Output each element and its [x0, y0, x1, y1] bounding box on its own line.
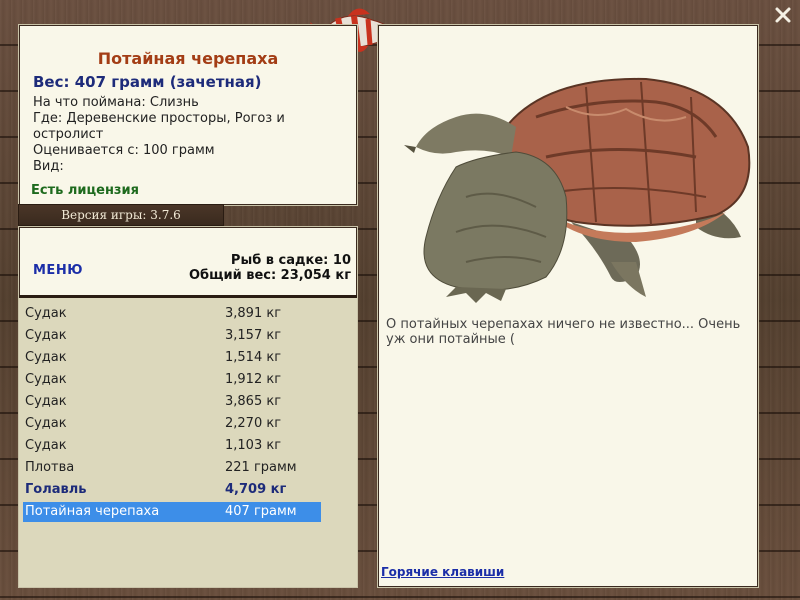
- item-weight: 3,891 кг: [225, 306, 282, 321]
- list-item[interactable]: Судак 2,270 кг: [23, 414, 321, 434]
- list-item[interactable]: Судак 3,157 кг: [23, 326, 321, 346]
- location-info: Где: Деревенские просторы, Рогоз и: [33, 111, 285, 126]
- cage-panel: МЕНЮ Рыб в садке: 10 Общий вес: 23,054 к…: [18, 226, 358, 588]
- list-item[interactable]: Судак 1,912 кг: [23, 370, 321, 390]
- item-name: Судак: [25, 306, 67, 321]
- list-item[interactable]: Судак 1,514 кг: [23, 348, 321, 368]
- list-item[interactable]: Плотва 221 грамм: [23, 458, 321, 478]
- item-name: Судак: [25, 350, 67, 365]
- species-info: Вид:: [33, 159, 64, 174]
- item-name: Судак: [25, 372, 67, 387]
- item-weight: 1,103 кг: [225, 438, 282, 453]
- list-item[interactable]: Судак 3,891 кг: [23, 304, 321, 324]
- fish-name: Потайная черепаха: [97, 49, 279, 68]
- fish-image: [396, 47, 756, 317]
- hotkeys-link[interactable]: Горячие клавиши: [381, 565, 504, 579]
- game-version: Версия игры: 3.7.6: [18, 204, 224, 226]
- list-item-selected[interactable]: Потайная черепаха 407 грамм: [23, 502, 321, 522]
- item-name: Потайная черепаха: [25, 504, 160, 519]
- license-status: Есть лицензия: [31, 183, 139, 198]
- fish-info-panel: Потайная черепаха Вес: 407 грамм (зачетн…: [18, 24, 358, 206]
- list-item[interactable]: Голавль 4,709 кг: [23, 480, 321, 500]
- cage-stats: Рыб в садке: 10 Общий вес: 23,054 кг: [189, 253, 351, 283]
- location-info-cont: остролист: [33, 127, 104, 142]
- menu-button[interactable]: МЕНЮ: [33, 263, 83, 278]
- item-name: Голавль: [25, 482, 87, 497]
- cage-count: Рыб в садке: 10: [230, 253, 351, 268]
- item-name: Судак: [25, 328, 67, 343]
- item-weight: 1,514 кг: [225, 350, 282, 365]
- fish-detail-panel: О потайных черепахах ничего не известно.…: [377, 24, 759, 588]
- bait-info: На что поймана: Слизнь: [33, 95, 199, 110]
- close-button[interactable]: [774, 6, 792, 24]
- item-weight: 407 грамм: [225, 504, 297, 519]
- item-name: Судак: [25, 416, 67, 431]
- catch-list: Судак 3,891 кг Судак 3,157 кг Судак 1,51…: [19, 298, 357, 587]
- item-weight: 1,912 кг: [225, 372, 282, 387]
- item-weight: 3,157 кг: [225, 328, 282, 343]
- fish-description: О потайных черепахах ничего не известно.…: [386, 317, 741, 347]
- cage-total-weight: Общий вес: 23,054 кг: [188, 268, 351, 283]
- valuation-info: Оценивается с: 100 грамм: [33, 143, 215, 158]
- item-name: Судак: [25, 394, 67, 409]
- item-name: Судак: [25, 438, 67, 453]
- item-weight: 3,865 кг: [225, 394, 282, 409]
- fish-weight: Вес: 407 грамм (зачетная): [33, 73, 262, 91]
- item-weight: 221 грамм: [225, 460, 297, 475]
- item-weight: 2,270 кг: [225, 416, 282, 431]
- item-weight: 4,709 кг: [225, 482, 287, 497]
- close-icon: [775, 7, 791, 23]
- list-item[interactable]: Судак 1,103 кг: [23, 436, 321, 456]
- item-name: Плотва: [25, 460, 75, 475]
- list-item[interactable]: Судак 3,865 кг: [23, 392, 321, 412]
